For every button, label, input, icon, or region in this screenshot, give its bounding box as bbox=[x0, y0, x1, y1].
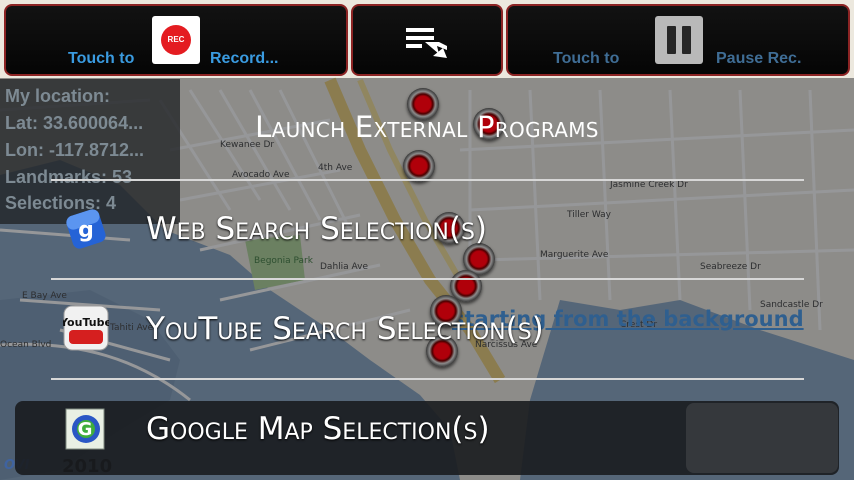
divider bbox=[51, 278, 804, 280]
youtube-search-label: YouTube Search Selection(s) bbox=[146, 311, 544, 347]
google-search-icon: g bbox=[66, 209, 106, 249]
record-icon: REC bbox=[152, 16, 200, 64]
svg-text:G: G bbox=[78, 419, 93, 440]
playlist-menu-icon bbox=[406, 28, 447, 58]
record-button[interactable]: Touch to REC Record... bbox=[4, 4, 348, 76]
youtube-search-item[interactable]: YouTube YouTube Search Selection(s) bbox=[40, 281, 820, 379]
location-title: My location: bbox=[5, 86, 111, 106]
record-prefix-label: Touch to bbox=[68, 50, 135, 67]
youtube-icon-text: YouTube bbox=[63, 316, 109, 329]
pause-suffix-label: Pause Rec. bbox=[716, 50, 802, 67]
dialog-title: Launch External Programs bbox=[255, 110, 599, 144]
record-icon-label: REC bbox=[161, 25, 191, 55]
pause-button[interactable]: Touch to Pause Rec. bbox=[506, 4, 850, 76]
svg-text:g: g bbox=[78, 218, 94, 243]
google-map-label: Google Map Selection(s) bbox=[146, 411, 490, 447]
web-search-label: Web Search Selection(s) bbox=[146, 211, 488, 247]
divider bbox=[51, 378, 804, 380]
pause-icon bbox=[655, 16, 703, 64]
google-map-item[interactable]: G Google Map Selection(s) bbox=[40, 381, 820, 479]
google-maps-icon: G bbox=[65, 408, 105, 450]
pause-prefix-label: Touch to bbox=[553, 50, 620, 67]
web-search-item[interactable]: g Web Search Selection(s) bbox=[40, 181, 820, 279]
menu-button[interactable] bbox=[351, 4, 503, 76]
record-suffix-label: Record... bbox=[210, 50, 279, 67]
youtube-icon: YouTube bbox=[63, 305, 109, 351]
landmark-marker[interactable] bbox=[403, 150, 435, 182]
